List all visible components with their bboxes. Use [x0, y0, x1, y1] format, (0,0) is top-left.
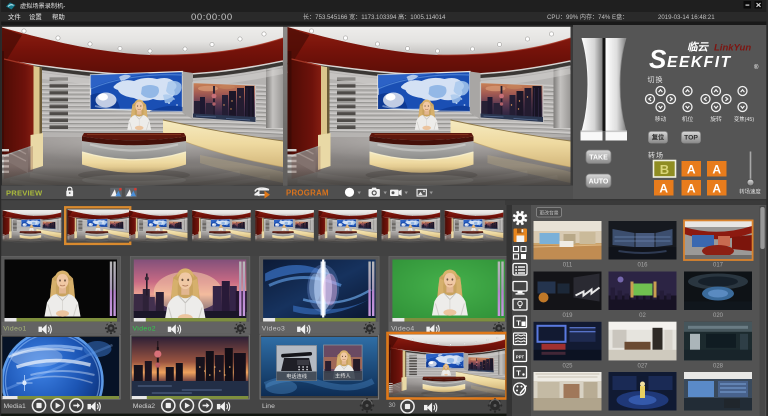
svg-text:主持人: 主持人: [335, 372, 351, 380]
svg-text:复位: 复位: [651, 134, 665, 142]
svg-text:Media2: Media2: [133, 403, 156, 410]
svg-text:020: 020: [713, 313, 724, 319]
svg-text:011: 011: [563, 263, 573, 269]
svg-text:Video4: Video4: [391, 326, 414, 333]
svg-text:00:00:00: 00:00:00: [191, 12, 233, 23]
svg-text:A: A: [687, 181, 696, 195]
svg-text:®: ®: [754, 64, 759, 71]
svg-text:帮助: 帮助: [52, 12, 65, 21]
svg-text:025: 025: [562, 363, 573, 369]
svg-text:LinkYun: LinkYun: [714, 43, 751, 54]
svg-text:更改背景: 更改背景: [539, 209, 558, 216]
svg-text:019: 019: [562, 313, 573, 319]
svg-text:转场速度: 转场速度: [739, 188, 761, 196]
svg-text:A: A: [712, 162, 721, 176]
svg-text:文件: 文件: [8, 12, 21, 21]
svg-text:B: B: [660, 162, 669, 177]
svg-text:EEKFIT: EEKFIT: [667, 54, 732, 71]
svg-text:30: 30: [389, 402, 396, 409]
svg-text:设置: 设置: [29, 12, 42, 21]
svg-text:变焦(45): 变焦(45): [734, 115, 755, 123]
svg-text:旋转: 旋转: [710, 115, 722, 123]
svg-text:长：753.545166 宽：1173.103394 高: 长：753.545166 宽：1173.103394 高：1005.114014: [303, 13, 446, 21]
svg-text:S: S: [649, 44, 667, 74]
svg-text:TAKE: TAKE: [589, 154, 608, 161]
svg-text:2019-03-14 16:48:21: 2019-03-14 16:48:21: [658, 14, 715, 21]
svg-text:Video2: Video2: [133, 326, 156, 333]
svg-text:转场: 转场: [648, 151, 664, 160]
svg-text:切换: 切换: [648, 75, 664, 84]
svg-text:虚拟场景录制机-: 虚拟场景录制机-: [20, 2, 65, 10]
svg-text:T: T: [516, 318, 521, 327]
svg-text:机位: 机位: [682, 115, 694, 123]
svg-text:02: 02: [639, 313, 646, 319]
svg-text:PPT: PPT: [516, 355, 525, 360]
svg-text:Video3: Video3: [262, 326, 285, 333]
svg-text:A: A: [687, 162, 696, 176]
svg-text:移动: 移动: [655, 115, 667, 123]
svg-text:017: 017: [713, 263, 724, 269]
svg-text:CPU：99% 内存：74% E盘：: CPU：99% 内存：74% E盘：: [547, 13, 628, 21]
svg-text:016: 016: [637, 263, 648, 269]
svg-text:A: A: [659, 181, 668, 195]
svg-text:Media1: Media1: [4, 403, 27, 410]
svg-text:Video1: Video1: [3, 326, 26, 333]
svg-text:PREVIEW: PREVIEW: [6, 189, 43, 198]
svg-text:TOP: TOP: [684, 135, 698, 142]
svg-text:Line: Line: [262, 403, 275, 410]
svg-text:A: A: [712, 181, 721, 195]
svg-text:028: 028: [713, 363, 724, 369]
svg-text:临云: 临云: [687, 41, 709, 54]
svg-text:电话连线: 电话连线: [286, 372, 307, 380]
svg-text:AUTO: AUTO: [589, 178, 609, 185]
svg-text:027: 027: [637, 363, 648, 369]
svg-text:PROGRAM: PROGRAM: [286, 189, 329, 198]
svg-text:T: T: [516, 369, 521, 378]
